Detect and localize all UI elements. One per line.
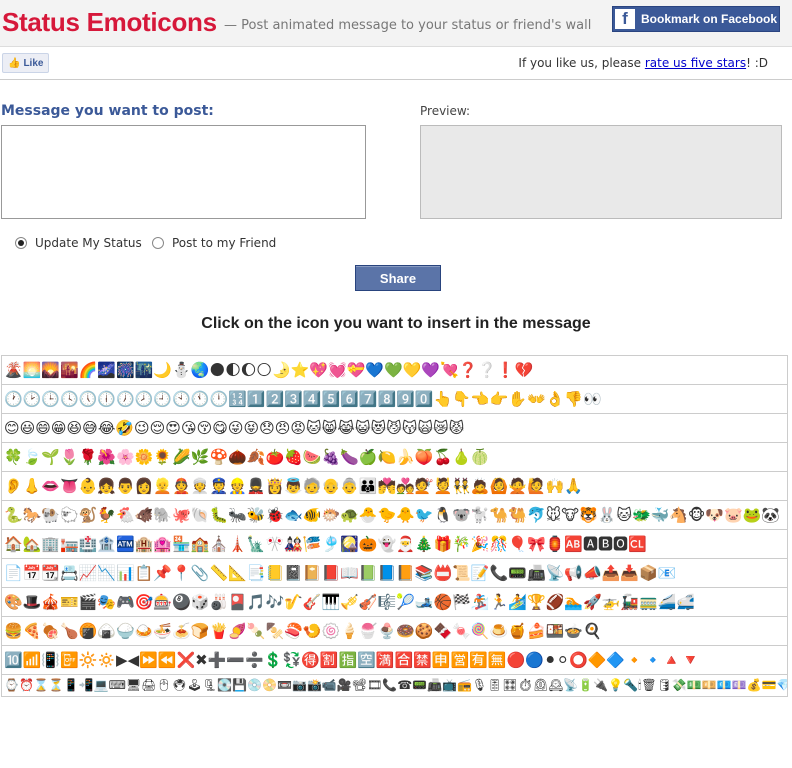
radio-selected-icon (15, 237, 27, 249)
like-label: Like (23, 57, 44, 69)
header: Status Emoticons — Post animated message… (0, 0, 792, 47)
post-friend-radio[interactable]: Post to my Friend (152, 236, 276, 250)
emoticon-row: 🐍🐎🐏🐑🐒🐓🐔🐗🐘🐙🐚🐛🐜🐝🐞🐟🐠🐡🐢🐣🐤🐥🐦🐧🐨🐩🐪🐫🐬🐭🐮🐯🐰🐱🐲🐳🐴🐵🐶🐷… (1, 501, 788, 530)
like-bar: 👍 Like If you like us, please rate us fi… (0, 47, 792, 80)
preview-label: Preview: (420, 104, 471, 118)
rate-link[interactable]: rate us five stars (645, 56, 746, 70)
emoticon-row: 🍔🍕🍖🍗🍘🍙🍚🍛🍜🍝🍞🍟🍠🍡🍢🍣🍤🍥🍦🍧🍨🍩🍪🍫🍬🍭🍮🍯🍰🍱🍲🍳 (1, 617, 788, 646)
emoticon-row: 🔟📶📳📴🔆🔅▶◀⏩⏪❌✖➕➖➗💲💱🉐🈹🈯🈳🈵🈴🈲🈸🈺🈶🈚🔴🔵⚫⚪⭕🔶🔷🔸🔹🔺🔻 (1, 646, 788, 675)
emoticon-row: 🏠🏡🏢🏣🏥🏦🏧🏨🏩🏪🏫⛪🗼🗽🎌🎎🎏🎐🎑🎃👻🎅🎄🎁🎋🎉🎊🎈🎀🏮🆎🅰🅱🅾🆑 (1, 530, 788, 559)
rate-suffix: ! :D (746, 56, 768, 70)
radio-unselected-icon (152, 237, 164, 249)
emoticon-row: 🎨🎩🎪🎫🎬🎭🎮🎯🎰🎱🎲🎳🎴🎵🎶🎷🎸🎹🎺🎻🎼🎾🎿🏀🏁🏂🏃🏄🏆🏈🏊🚀🚁🚂🚃🚄🚅 (1, 588, 788, 617)
emoticon-row: 🍀🍃🌱🌷🌹🌺🌸🌼🌻🌽🌿🍄🌰🍂🍅🍓🍉🍇🍆🍏🍋🍌🍑🍒🍐🍈 (1, 443, 788, 472)
emoticon-row: 👂👃👄👅👶👧👨👩👱👲👳👮👷💂👸👼🧓👴👵👪💏💑💇💆👯🙇🙆🙅🙋🙌🙏 (1, 472, 788, 501)
post-friend-label: Post to my Friend (172, 236, 277, 250)
instructions-heading: Click on the icon you want to insert in … (201, 315, 591, 332)
update-status-radio[interactable]: Update My Status (15, 236, 142, 250)
emoticon-row: ⌚⏰⌛⏳📱📲💻⌨🖥🖨🖱🖲🕹🗜💽💾💿📀📼📷📸📹🎥📽🎞📞☎📟📠📺📻🎙🎚🎛⏱⏲🕰📡🔋🔌… (1, 675, 788, 697)
emoticon-grid: 🌋🌅🌄🌇🌈🌌🎆🌃🌙⛄🌏🌑🌓🌔🌕🌛⭐💖💓💝💙💚💛💜💘❓❔❗💔 🕐🕑🕒🕓🕔🕕🕖🕗🕘🕙🕚… (1, 355, 788, 697)
emoticon-row: 😊😃😄😁😆😅😂🤣😉😌😍😘😚😋😜😝😞😠😡🐱😸😹😺😻😼😽🙀😿😾 (1, 414, 788, 443)
facebook-icon: f (615, 9, 635, 29)
emoticon-row: 🌋🌅🌄🌇🌈🌌🎆🌃🌙⛄🌏🌑🌓🌔🌕🌛⭐💖💓💝💙💚💛💜💘❓❔❗💔 (1, 356, 788, 385)
message-input[interactable] (1, 125, 366, 219)
page-title: Status Emoticons (2, 7, 217, 37)
bookmark-label: Bookmark on Facebook (641, 12, 778, 26)
emoticon-row: 🕐🕑🕒🕓🕔🕕🕖🕗🕘🕙🕚🕛🔢1️⃣2️⃣3️⃣4️⃣5️⃣6️⃣7️⃣8️⃣9️⃣… (1, 385, 788, 414)
update-status-label: Update My Status (35, 236, 142, 250)
rate-prefix: If you like us, please (518, 56, 645, 70)
share-button[interactable]: Share (355, 265, 441, 291)
rate-text: If you like us, please rate us five star… (518, 56, 768, 70)
bookmark-facebook-button[interactable]: f Bookmark on Facebook (612, 6, 780, 32)
preview-box (420, 125, 782, 219)
thumbs-up-icon: 👍 (8, 57, 21, 69)
emoticon-row: 📄📅📆📇📈📉📊📋📌📍📎📏📐📑📒📓📔📕📖📗📘📙📚📛📜📝📞📟📠📡📢📣📤📥📦📧 (1, 559, 788, 588)
message-label: Message you want to post: (1, 103, 214, 119)
page-subtitle: — Post animated message to your status o… (224, 18, 592, 33)
like-button[interactable]: 👍 Like (2, 53, 50, 73)
